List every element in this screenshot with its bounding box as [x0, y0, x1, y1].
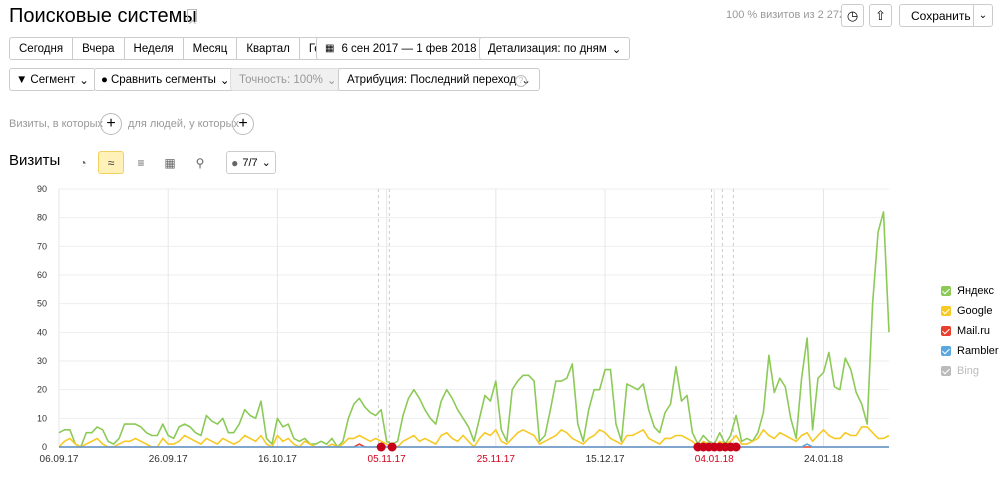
- chevron-down-icon: ⌄: [611, 43, 622, 56]
- x-tick-label: 04.01.18: [695, 454, 734, 465]
- compare-segments-button[interactable]: ● Сравнить сегменты ⌄: [94, 68, 237, 91]
- annotation-marker: [698, 442, 708, 452]
- y-tick-label: 20: [37, 385, 47, 395]
- visits-info: 100 % визитов из 2 272: [726, 9, 846, 21]
- period-today[interactable]: Сегодня: [10, 38, 74, 59]
- legend-item-yandex[interactable]: Яндекс: [941, 281, 999, 301]
- checkbox-icon: [941, 346, 951, 356]
- y-tick-label: 70: [37, 241, 47, 251]
- visits-condition-label: Визиты, в которых: [9, 118, 103, 130]
- chevron-down-icon[interactable]: ⌄: [974, 10, 992, 21]
- map-pin-icon[interactable]: ⚲: [187, 151, 213, 174]
- x-tick-label: 16.10.17: [258, 454, 297, 465]
- comment-icon: ●: [231, 155, 239, 170]
- chevron-down-icon: ⌄: [326, 74, 337, 87]
- history-button[interactable]: ◷: [841, 4, 864, 27]
- x-tick-label: 15.12.17: [586, 454, 625, 465]
- annotation-marker: [731, 442, 741, 452]
- accuracy-select[interactable]: Точность: 100% ⌄: [230, 68, 346, 91]
- filter-icon: ▼: [16, 73, 28, 86]
- line-chart-icon[interactable]: ≈: [98, 151, 124, 174]
- checkbox-icon: [941, 366, 951, 376]
- legend-item-google[interactable]: Google: [941, 301, 999, 321]
- annotation-marker: [709, 442, 719, 452]
- annotation-marker: [715, 442, 725, 452]
- bar-chart-icon[interactable]: ▦: [157, 151, 183, 174]
- drops-icon: ●: [101, 73, 108, 86]
- attribution-select[interactable]: Атрибуция: Последний переход ⌄: [338, 68, 540, 91]
- x-tick-label: 26.09.17: [149, 454, 188, 465]
- annotation-marker: [726, 442, 736, 452]
- y-tick-label: 90: [37, 184, 47, 194]
- x-tick-label: 25.11.17: [477, 454, 516, 465]
- annotation-marker: [387, 442, 397, 452]
- calendar-icon: ▦: [325, 43, 335, 54]
- period-buttons: Сегодня Вчера Неделя Месяц Квартал Год: [9, 37, 338, 60]
- area-chart-icon[interactable]: ≡: [128, 151, 154, 174]
- y-tick-label: 0: [42, 442, 47, 452]
- detail-select[interactable]: Детализация: по дням ⌄: [479, 37, 631, 60]
- chevron-down-icon: ⌄: [79, 74, 89, 87]
- page-title: Поисковые системы: [9, 5, 197, 27]
- upload-icon: ⇧: [875, 7, 886, 23]
- series-line-0: [58, 211, 890, 448]
- y-tick-label: 80: [37, 213, 47, 223]
- pie-chart-icon[interactable]: ◔: [70, 151, 96, 174]
- series-line-1: [58, 426, 890, 448]
- x-tick-label: 06.09.17: [40, 454, 79, 465]
- clock-icon: ◷: [846, 7, 859, 23]
- y-tick-label: 60: [37, 270, 47, 280]
- checkbox-icon: [941, 326, 951, 336]
- segment-button[interactable]: ▼ Сегмент ⌄: [9, 68, 96, 91]
- annotation-marker: [376, 442, 386, 452]
- checkbox-icon: [941, 306, 951, 316]
- people-condition-label: для людей, у которых: [128, 118, 239, 130]
- chevron-down-icon: ⌄: [219, 74, 230, 87]
- date-range-button[interactable]: ▦ 6 сен 2017 — 1 фев 2018: [316, 37, 486, 60]
- annotation-marker: [704, 442, 714, 452]
- x-tick-label: 24.01.18: [804, 454, 843, 465]
- period-quarter[interactable]: Квартал: [237, 38, 300, 59]
- series-line-3: [59, 443, 889, 448]
- annotation-marker: [720, 442, 730, 452]
- save-button[interactable]: Сохранить ⌄: [899, 4, 993, 27]
- bookmark-icon[interactable]: [187, 9, 197, 22]
- chart-legend: Яндекс Google Mail.ru Rambler Bing: [941, 281, 999, 381]
- period-yesterday[interactable]: Вчера: [73, 38, 125, 59]
- y-tick-label: 30: [37, 356, 47, 366]
- info-icon[interactable]: ?: [515, 75, 527, 87]
- checkbox-icon: [941, 286, 951, 296]
- legend-item-mailru[interactable]: Mail.ru: [941, 321, 999, 341]
- annotation-marker: [693, 442, 703, 452]
- y-tick-label: 10: [37, 413, 47, 423]
- legend-item-rambler[interactable]: Rambler: [941, 341, 999, 361]
- series-select[interactable]: ● 7/7 ⌄: [226, 151, 276, 174]
- y-tick-label: 50: [37, 299, 47, 309]
- chart-title: Визиты: [9, 152, 61, 169]
- legend-item-bing[interactable]: Bing: [941, 361, 999, 381]
- add-visit-condition-button[interactable]: +: [100, 113, 122, 135]
- x-tick-label: 05.11.17: [368, 454, 407, 465]
- period-week[interactable]: Неделя: [125, 38, 184, 59]
- period-month[interactable]: Месяц: [184, 38, 238, 59]
- add-people-condition-button[interactable]: +: [232, 113, 254, 135]
- save-label: Сохранить: [911, 8, 971, 23]
- export-button[interactable]: ⇧: [869, 4, 892, 27]
- series-line-2: [59, 443, 889, 448]
- chevron-down-icon: ⌄: [261, 157, 271, 169]
- y-tick-label: 40: [37, 327, 47, 337]
